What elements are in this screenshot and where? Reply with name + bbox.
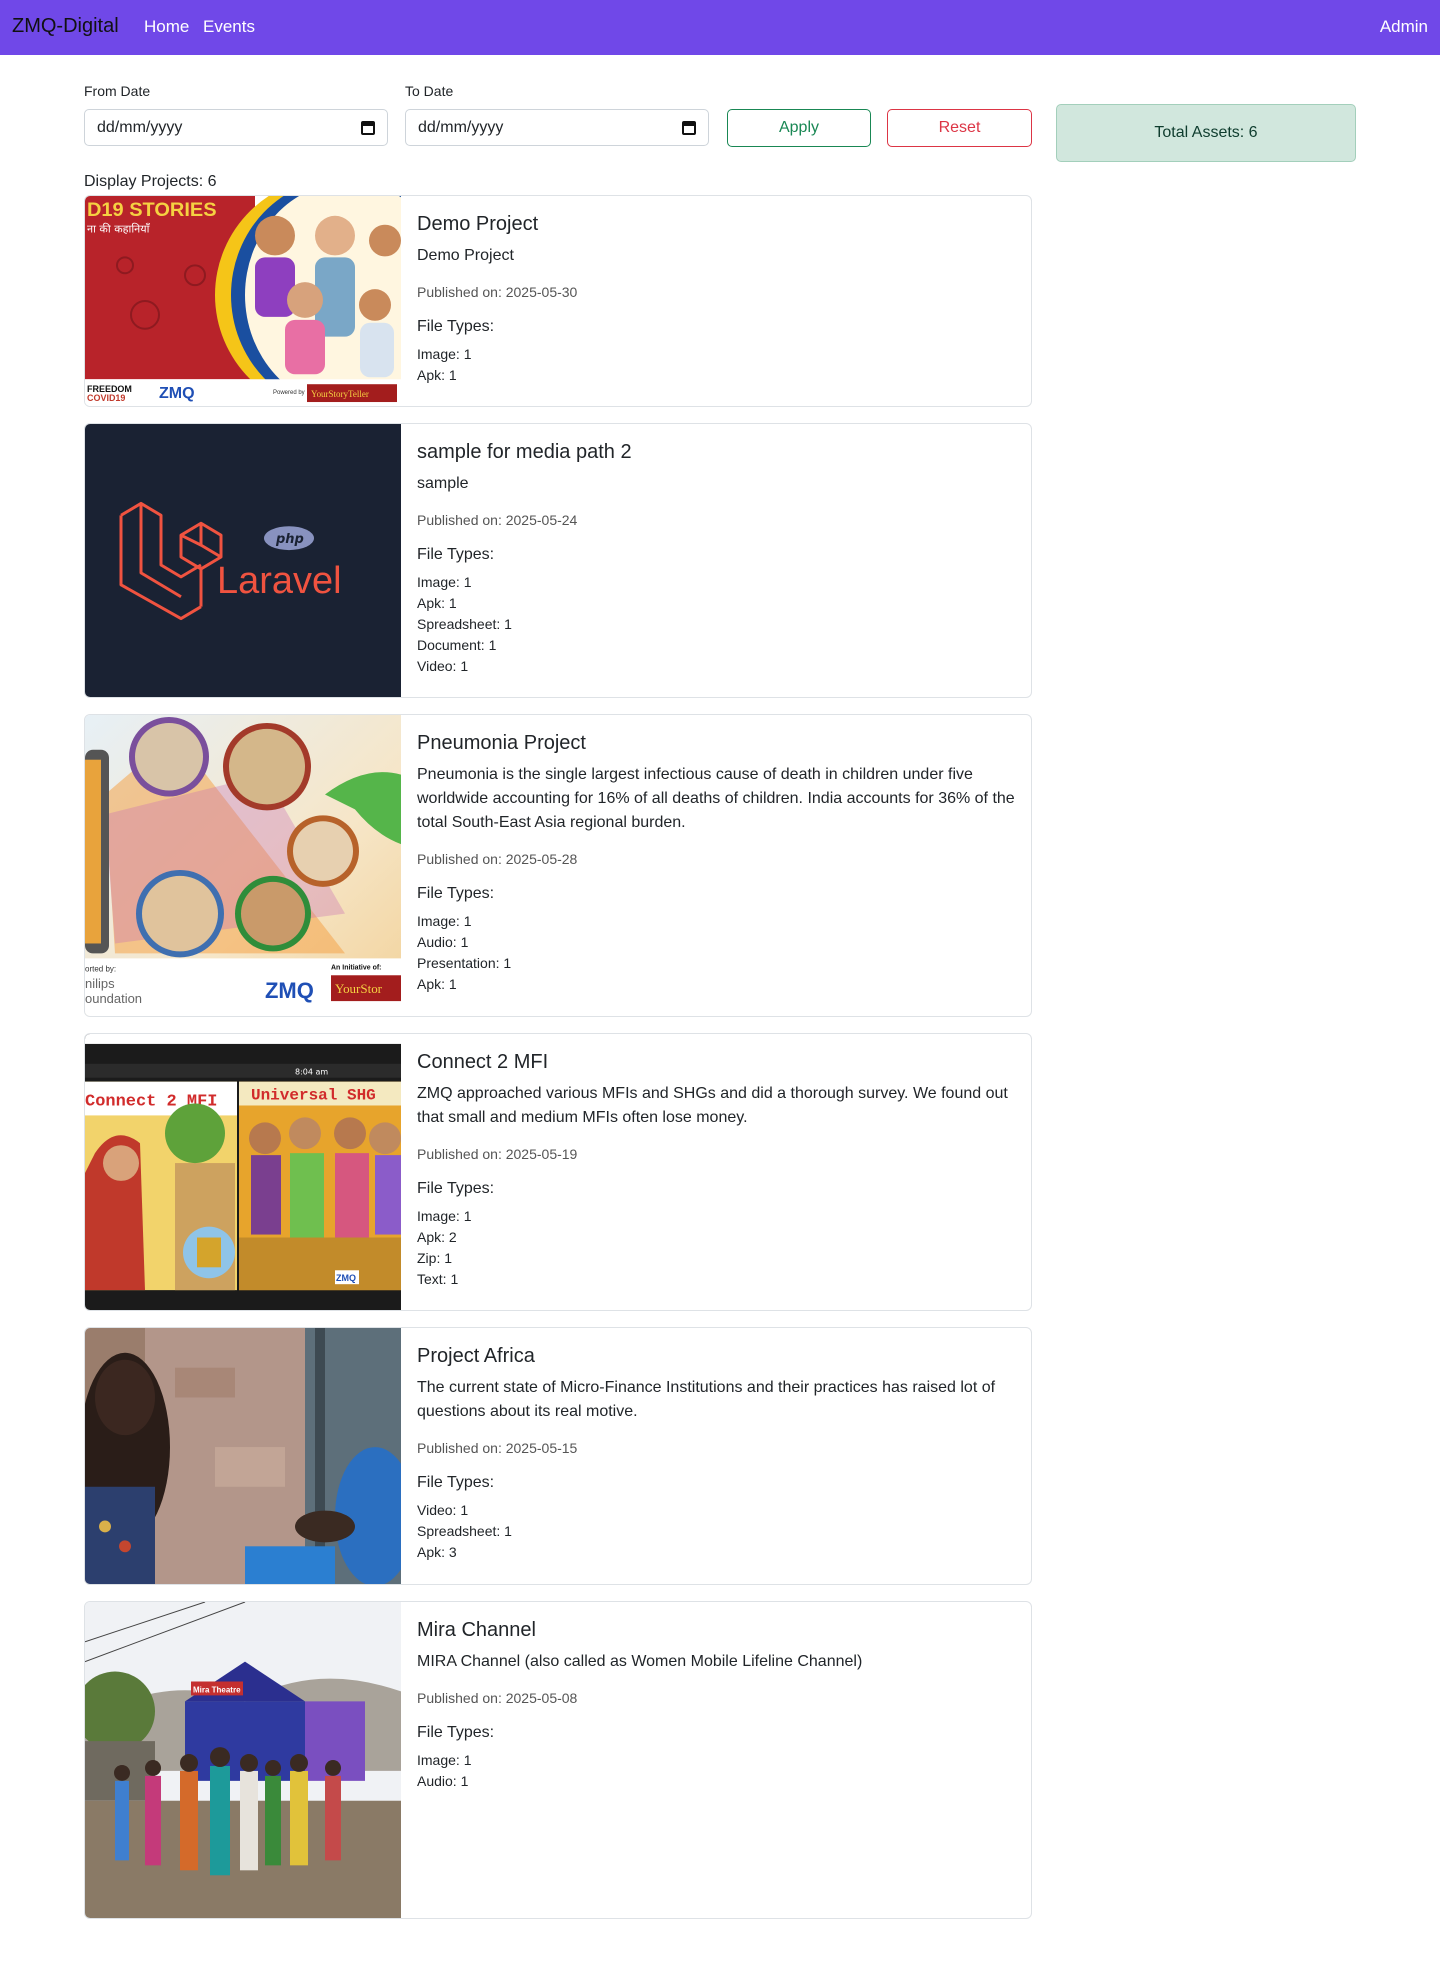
file-types-list: Video: 1 Spreadsheet: 1 Apk: 3: [417, 1500, 1015, 1563]
project-card[interactable]: 8:04 am Connect 2 MFI Universal SHG ZMQ: [84, 1033, 1032, 1311]
brand-logo[interactable]: ZMQ-Digital: [12, 15, 119, 38]
pneumonia-foundation: oundation: [85, 991, 142, 1006]
file-type-item: Apk: 2: [417, 1229, 457, 1245]
zmq-logo: ZMQ: [265, 978, 314, 1003]
file-type-item: Image: 1: [417, 346, 472, 362]
project-published-date: Published on: 2025-05-30: [417, 284, 578, 300]
mira-theatre-banner: Mira Theatre: [193, 1685, 241, 1694]
project-thumbnail[interactable]: D19 STORIES ना की कहानियाँ FREEDOM COVID…: [85, 196, 401, 406]
covid-poster-covid: COVID19: [87, 393, 125, 403]
project-published-date: Published on: 2025-05-19: [417, 1146, 578, 1162]
yourstoryteller-logo: YourStor: [335, 981, 383, 996]
project-published-date: Published on: 2025-05-28: [417, 851, 578, 867]
powered-by-text: Powered by: [273, 390, 305, 396]
file-type-item: Apk: 1: [417, 367, 457, 383]
nav-link-events[interactable]: Events: [203, 17, 255, 37]
file-types-list: Image: 1 Apk: 1 Spreadsheet: 1 Document:…: [417, 572, 1015, 677]
file-type-item: Zip: 1: [417, 1250, 453, 1266]
zmq-logo: ZMQ: [336, 1273, 356, 1283]
to-date-input[interactable]: dd/mm/yyyy: [405, 109, 709, 146]
file-types-heading: File Types:: [417, 1474, 495, 1491]
from-date-label: From Date: [84, 83, 151, 99]
project-thumbnail[interactable]: 8:04 am Connect 2 MFI Universal SHG ZMQ: [85, 1034, 401, 1310]
yourstoryteller-logo: YourStoryTeller: [311, 389, 369, 399]
covid-poster-subtitle: ना की कहानियाँ: [87, 223, 151, 236]
project-published-date: Published on: 2025-05-24: [417, 512, 578, 528]
pneumonia-philips: nilips: [85, 976, 115, 991]
pneumonia-initiative: An Initiative of:: [331, 964, 382, 971]
zmq-logo: ZMQ: [159, 385, 195, 402]
php-logo: php: [275, 532, 304, 547]
from-date-input[interactable]: dd/mm/yyyy: [84, 109, 388, 146]
project-description: sample: [417, 475, 469, 492]
file-type-item: Spreadsheet: 1: [417, 1523, 512, 1539]
project-card[interactable]: D19 STORIES ना की कहानियाँ FREEDOM COVID…: [84, 195, 1032, 407]
reset-button[interactable]: Reset: [887, 109, 1032, 147]
file-types-heading: File Types:: [417, 885, 495, 902]
file-type-item: Text: 1: [417, 1271, 459, 1287]
project-thumbnail[interactable]: [85, 1328, 401, 1584]
project-title[interactable]: Mira Channel: [417, 1618, 1015, 1642]
mfi-status-time: 8:04 am: [295, 1068, 328, 1077]
project-thumbnail[interactable]: php Laravel: [85, 424, 401, 697]
file-types-list: Image: 1 Audio: 1: [417, 1750, 1015, 1792]
nav-link-home[interactable]: Home: [144, 17, 189, 37]
project-title[interactable]: Demo Project: [417, 212, 1015, 236]
laravel-logo-text: Laravel: [217, 560, 342, 602]
nav-link-admin[interactable]: Admin: [1380, 17, 1428, 37]
covid-poster-title: D19 STORIES: [87, 199, 217, 221]
file-type-item: Image: 1: [417, 1752, 472, 1768]
file-type-item: Apk: 1: [417, 976, 457, 992]
project-thumbnail[interactable]: orted by: nilips oundation ZMQ An Initia…: [85, 715, 401, 1016]
file-types-heading: File Types:: [417, 1180, 495, 1197]
project-title[interactable]: sample for media path 2: [417, 440, 1015, 464]
file-type-item: Image: 1: [417, 1208, 472, 1224]
project-card[interactable]: php Laravel sample for media path 2 samp…: [84, 423, 1032, 698]
file-types-list: Image: 1 Apk: 2 Zip: 1 Text: 1: [417, 1206, 1015, 1290]
file-types-heading: File Types:: [417, 546, 495, 563]
project-title[interactable]: Pneumonia Project: [417, 731, 1015, 755]
file-type-item: Video: 1: [417, 658, 469, 674]
file-type-item: Document: 1: [417, 637, 497, 653]
project-card[interactable]: Project Africa The current state of Micr…: [84, 1327, 1032, 1585]
file-type-item: Presentation: 1: [417, 955, 512, 971]
pneumonia-supported-by: orted by:: [85, 964, 116, 973]
calendar-icon[interactable]: [361, 120, 375, 135]
to-date-label: To Date: [405, 83, 454, 99]
file-type-item: Audio: 1: [417, 1773, 469, 1789]
total-assets-badge: Total Assets: 6: [1056, 104, 1356, 162]
project-published-date: Published on: 2025-05-08: [417, 1690, 578, 1706]
file-types-list: Image: 1 Audio: 1 Presentation: 1 Apk: 1: [417, 911, 1015, 995]
apply-button[interactable]: Apply: [727, 109, 871, 147]
file-types-list: Image: 1 Apk: 1: [417, 344, 1015, 386]
file-type-item: Audio: 1: [417, 934, 469, 950]
project-card[interactable]: Mira Theatre Mira Channel MIRA Channel (…: [84, 1601, 1032, 1919]
top-navbar: ZMQ-Digital Home Events Admin: [0, 0, 1440, 55]
file-type-item: Image: 1: [417, 913, 472, 929]
to-date-placeholder: dd/mm/yyyy: [418, 118, 504, 136]
project-card[interactable]: orted by: nilips oundation ZMQ An Initia…: [84, 714, 1032, 1017]
project-title[interactable]: Project Africa: [417, 1344, 1015, 1368]
project-thumbnail[interactable]: Mira Theatre: [85, 1602, 401, 1918]
project-description: Pneumonia is the single largest infectio…: [417, 766, 1015, 831]
project-description: ZMQ approached various MFIs and SHGs and…: [417, 1085, 1008, 1126]
project-published-date: Published on: 2025-05-15: [417, 1440, 578, 1456]
calendar-icon[interactable]: [682, 120, 696, 135]
file-types-heading: File Types:: [417, 1724, 495, 1741]
file-type-item: Apk: 3: [417, 1544, 457, 1560]
display-projects-count: Display Projects: 6: [84, 173, 217, 190]
project-title[interactable]: Connect 2 MFI: [417, 1050, 1015, 1074]
from-date-placeholder: dd/mm/yyyy: [97, 118, 183, 136]
mfi-title-right: Universal SHG: [251, 1087, 376, 1105]
project-description: Demo Project: [417, 247, 514, 264]
file-type-item: Spreadsheet: 1: [417, 616, 512, 632]
file-types-heading: File Types:: [417, 318, 495, 335]
file-type-item: Apk: 1: [417, 595, 457, 611]
file-type-item: Video: 1: [417, 1502, 469, 1518]
project-description: The current state of Micro-Finance Insti…: [417, 1379, 996, 1420]
file-type-item: Image: 1: [417, 574, 472, 590]
project-description: MIRA Channel (also called as Women Mobil…: [417, 1653, 863, 1670]
